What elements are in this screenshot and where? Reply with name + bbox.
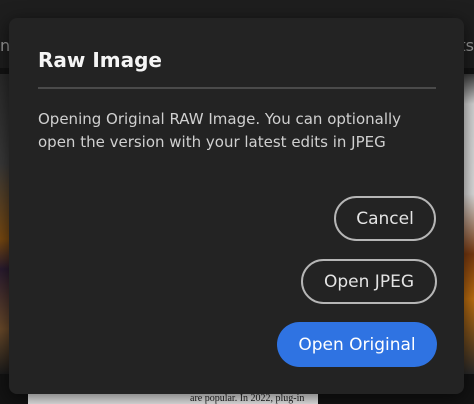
open-jpeg-button[interactable]: Open JPEG	[301, 259, 437, 304]
dialog-divider	[38, 87, 436, 89]
cancel-button[interactable]: Cancel	[334, 196, 436, 241]
open-jpeg-button-label: Open JPEG	[324, 271, 414, 292]
background-document-text: are popular. In 2022, plug-in	[190, 393, 305, 404]
open-original-button[interactable]: Open Original	[277, 322, 437, 367]
dialog-title: Raw Image	[38, 48, 162, 72]
dialog-message: Opening Original RAW Image. You can opti…	[38, 110, 402, 151]
raw-image-dialog: Raw Image Opening Original RAW Image. Yo…	[9, 18, 464, 394]
open-original-button-label: Open Original	[298, 334, 416, 355]
cancel-button-label: Cancel	[356, 208, 414, 229]
